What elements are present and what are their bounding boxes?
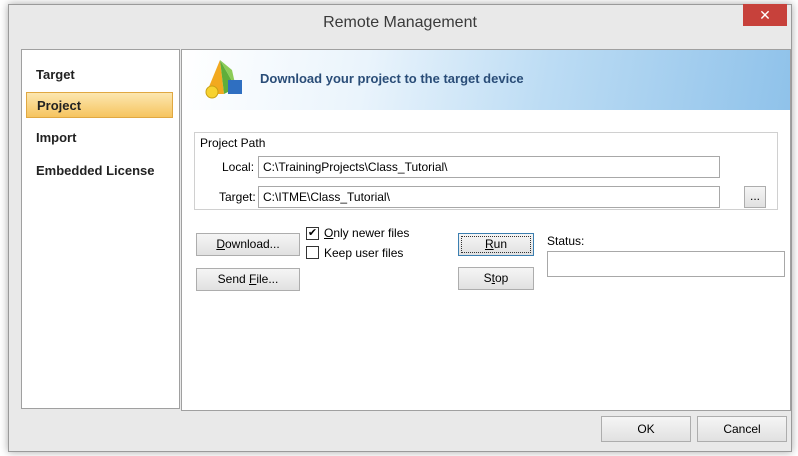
local-label: Local: (222, 160, 255, 174)
sidebar-item-project[interactable]: Project (26, 92, 173, 118)
keep-user-files-checkbox[interactable] (306, 246, 319, 259)
only-newer-files-label: Only newer files (324, 226, 410, 240)
target-label: Target: (219, 190, 256, 204)
banner: Download your project to the target devi… (182, 50, 790, 110)
remote-management-window: Remote Management ✕ Target Project Impor… (8, 4, 792, 452)
ok-button[interactable]: OK (601, 416, 691, 442)
close-button[interactable]: ✕ (743, 4, 787, 26)
download-button[interactable]: Download... (196, 233, 300, 256)
only-newer-files-checkbox[interactable]: ✔ (306, 227, 319, 240)
sidebar-item-target[interactable]: Target (26, 62, 173, 88)
browse-button[interactable]: ... (744, 186, 766, 208)
run-button[interactable]: Run (458, 233, 534, 256)
window-title: Remote Management (323, 14, 477, 31)
project-pyramid-icon (205, 60, 242, 99)
content-panel: Download your project to the target devi… (181, 49, 791, 411)
close-icon: ✕ (759, 7, 771, 23)
target-path-field[interactable]: C:\ITME\Class_Tutorial\ (258, 186, 720, 208)
cancel-button[interactable]: Cancel (697, 416, 787, 442)
local-path-field[interactable]: C:\TrainingProjects\Class_Tutorial\ (258, 156, 720, 178)
sidebar: Target Project Import Embedded License (21, 49, 180, 409)
title-bar: Remote Management ✕ (9, 4, 791, 43)
banner-title: Download your project to the target devi… (260, 71, 524, 86)
project-path-legend: Project Path (197, 136, 269, 150)
sidebar-item-embedded-license[interactable]: Embedded License (26, 158, 173, 184)
send-file-button[interactable]: Send File... (196, 268, 300, 291)
sidebar-item-import[interactable]: Import (26, 125, 173, 151)
stop-button[interactable]: Stop (458, 267, 534, 290)
status-field (547, 251, 785, 277)
keep-user-files-label: Keep user files (324, 246, 404, 260)
status-label: Status: (547, 234, 585, 248)
